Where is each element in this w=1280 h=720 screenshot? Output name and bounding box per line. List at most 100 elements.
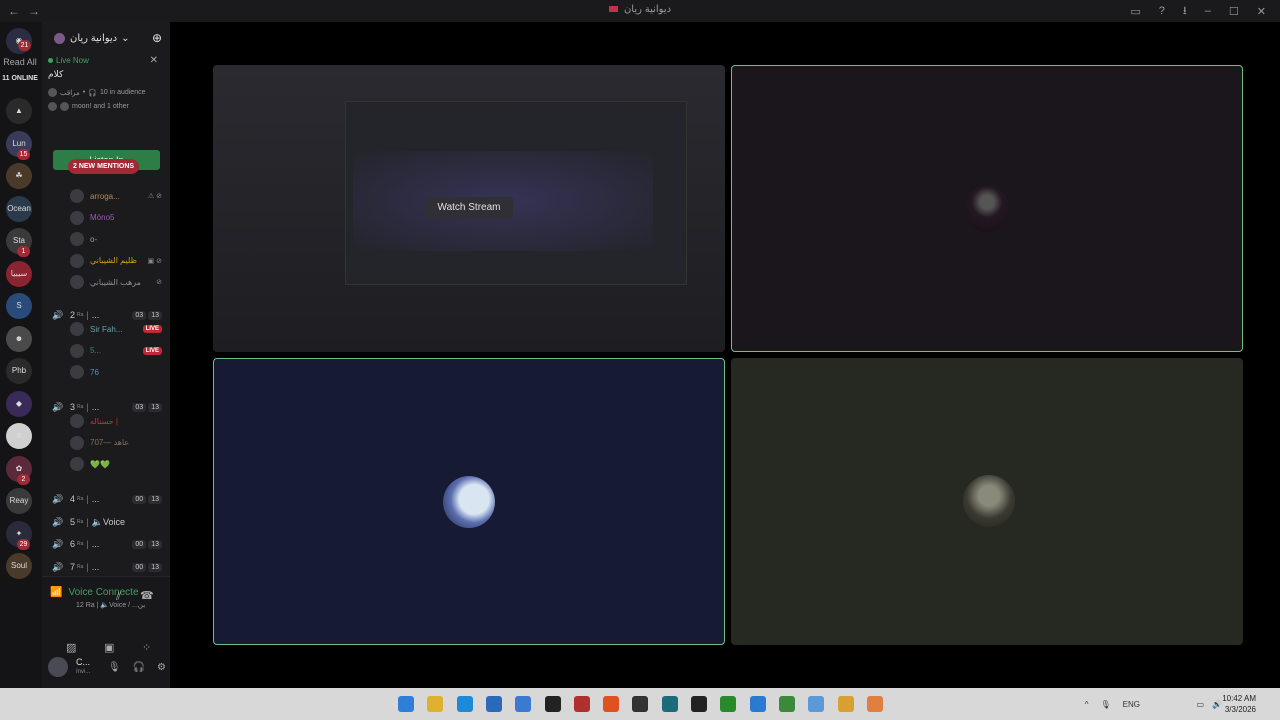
server-icon[interactable]: ▲ (6, 98, 32, 124)
new-mentions-badge[interactable]: 2 NEW MENTIONS (68, 159, 140, 174)
maximize-button[interactable]: ☐ (1229, 5, 1239, 18)
server-icon[interactable]: Ocean (6, 195, 32, 222)
voice-member[interactable]: مرهب الشيباني ⊘ (70, 274, 162, 290)
steam-icon[interactable] (632, 696, 649, 712)
window-controls: ▭ ? ⭳ – ☐ ✕ (1130, 0, 1280, 22)
participant-tile-2[interactable] (213, 358, 725, 645)
microphone-icon[interactable]: 🎙 (1101, 700, 1111, 709)
download-icon[interactable]: ⭳ (1183, 2, 1187, 21)
avatar (60, 102, 69, 111)
help-icon[interactable]: ? (1159, 5, 1165, 17)
media-icon[interactable] (837, 696, 854, 712)
speaker-icon: 🔊 (52, 561, 64, 572)
server-icon[interactable]: Phb (6, 358, 32, 384)
server-rail: ◉ 21 Read All 11 ONLINE ▲Lun15☘OceanSta1… (0, 22, 42, 688)
watch-stream-button[interactable]: Watch Stream (425, 197, 513, 219)
forward-arrow-icon[interactable]: → (28, 4, 40, 18)
live-dot-icon (48, 58, 53, 63)
voice-member[interactable]: Sir Fah... LIVE (70, 321, 162, 337)
noise-suppression-icon[interactable]: ⫽ (116, 591, 121, 604)
stage-host-row: مراقب • 🎧 10 in audience (48, 88, 162, 97)
server-icon[interactable]: Soul (6, 553, 32, 579)
app-icon[interactable] (866, 696, 883, 712)
member-name: 76 (90, 367, 99, 377)
voice-member[interactable]: 76 (70, 364, 162, 380)
live-now-label: Live Now (48, 56, 162, 65)
add-member-icon[interactable]: ⊕ (152, 31, 162, 45)
voice-member[interactable]: 707— عاهد (70, 435, 162, 451)
voice-channel[interactable]: 🔊 4 Ra |... 00 13 (52, 491, 162, 507)
xbox-icon[interactable] (720, 696, 737, 712)
user-count: 03 (132, 402, 147, 412)
server-icon[interactable]: ⊗ (6, 423, 32, 449)
app-icon[interactable] (573, 696, 590, 712)
voice-member[interactable]: o- (70, 231, 162, 247)
nav-controls: ← → (0, 4, 40, 18)
vscode-icon[interactable] (749, 696, 766, 712)
tray-overflow-icon[interactable]: ^ (1085, 700, 1089, 709)
clock[interactable]: 10:42 AM 3/3/2026 (1222, 693, 1256, 715)
voice-member[interactable]: حسناله | (70, 413, 162, 429)
voice-channel[interactable]: 🔊 6 Ra |... 00 13 (52, 536, 162, 552)
back-arrow-icon[interactable]: ← (8, 4, 20, 18)
app-icon[interactable] (778, 696, 795, 712)
user-count: 00 (132, 539, 147, 549)
server-flag-icon (608, 6, 618, 13)
headphones-icon[interactable]: 🎧 (133, 662, 145, 673)
server-icon[interactable]: ☻ (6, 325, 32, 352)
close-icon[interactable]: ✕ (150, 55, 158, 66)
speaker-icon: 🔊 (52, 309, 64, 320)
stage-speakers-row: moon! and 1 other (48, 102, 162, 111)
voice-member[interactable]: arroga... ⚠ ⊘ (70, 188, 162, 204)
server-icon[interactable]: ◆ (6, 390, 32, 417)
microphone-icon[interactable]: 🎙 (108, 662, 121, 673)
close-window-button[interactable]: ✕ (1257, 5, 1266, 18)
server-icon[interactable]: S (6, 293, 32, 319)
gear-icon[interactable]: ⚙ (157, 662, 166, 673)
user-limit: 13 (148, 310, 162, 320)
server-icon[interactable]: سيبيا (6, 260, 32, 287)
speaker-icon: 🔊 (52, 538, 64, 549)
stream-tile[interactable]: Watch Stream (213, 65, 725, 352)
language-indicator[interactable]: ENG (1123, 700, 1140, 709)
avatar[interactable] (48, 657, 68, 677)
member-name: حسناله | (90, 416, 118, 426)
voice-member[interactable]: Mōno5 (70, 210, 162, 226)
speaker-icon: 🔊 (52, 516, 64, 527)
disconnect-icon[interactable]: ☎ (140, 589, 154, 602)
discord-icon[interactable] (691, 696, 707, 712)
avatar (963, 475, 1015, 527)
voice-channel[interactable]: 🔊 5 Ra | 🔈Voice (52, 514, 162, 530)
server-header[interactable]: ديوانية ريان ⌄ ⊕ (42, 22, 170, 54)
member-name: Sir Fah... (90, 324, 123, 334)
voice-member[interactable]: ظليم الشيباني ▣ ⊘ (70, 253, 162, 269)
store-icon[interactable] (485, 696, 502, 712)
file-explorer-icon[interactable] (427, 696, 444, 712)
channel-name: ... (91, 539, 100, 549)
member-status-icons: ⊘ (156, 279, 162, 286)
server-icon[interactable]: Reay (6, 488, 32, 514)
participant-tile-3[interactable] (731, 358, 1243, 645)
voice-channel-detail[interactable]: 12 Ra | 🔈Voice / ...بن (76, 601, 145, 609)
speaker-icon: 🔊 (52, 401, 64, 412)
tray-status-icons[interactable]: ▭ 🔊 (1196, 688, 1222, 720)
notepad-icon[interactable] (661, 696, 678, 712)
read-all-button[interactable]: Read All (0, 57, 40, 67)
voice-member[interactable]: 💚💚 (70, 456, 162, 472)
voice-member[interactable]: 5... LIVE (70, 343, 162, 359)
voice-channel[interactable]: 🔊 7 Ra |... 00 13 (52, 559, 162, 575)
edge-icon[interactable] (456, 696, 473, 712)
terminal-icon[interactable] (544, 696, 561, 712)
minimize-button[interactable]: – (1205, 5, 1211, 17)
start-icon[interactable] (398, 696, 414, 712)
participant-tile-1[interactable] (731, 65, 1243, 352)
notepad-icon[interactable] (808, 696, 825, 712)
paint-icon[interactable] (515, 696, 532, 712)
voice-stage: Watch Stream (170, 22, 1280, 688)
user-limit: 13 (148, 402, 162, 412)
stage-name: كلام (48, 69, 64, 79)
inbox-icon[interactable]: ▭ (1130, 5, 1140, 18)
server-icon[interactable]: ☘ (6, 163, 32, 189)
voice-connected-status[interactable]: 📶 Voice Connecte (50, 587, 139, 598)
brave-icon[interactable] (603, 696, 620, 712)
